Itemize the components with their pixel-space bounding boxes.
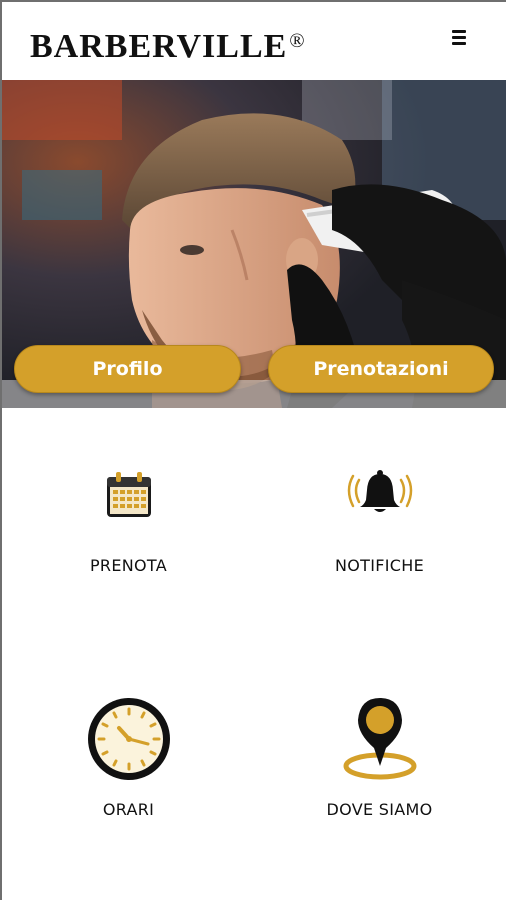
- tile-label-notifications: NOTIFICHE: [335, 556, 424, 575]
- app-header: BARBERVILLE ®: [2, 2, 506, 80]
- tile-notifications[interactable]: NOTIFICHE: [253, 440, 506, 670]
- hamburger-menu-icon[interactable]: [452, 30, 468, 48]
- bell-ringing-icon: [253, 468, 506, 516]
- location-pin-icon: [253, 694, 506, 784]
- bookings-button[interactable]: Prenotazioni: [268, 345, 494, 393]
- tile-label-book: PRENOTA: [89, 556, 167, 575]
- calendar-icon: [2, 470, 255, 520]
- profile-button[interactable]: Profilo: [14, 345, 241, 393]
- tile-location[interactable]: DOVE SIAMO: [253, 680, 506, 900]
- tile-hours[interactable]: ORARI: [2, 680, 255, 900]
- clock-icon: [2, 694, 255, 784]
- tile-label-location: DOVE SIAMO: [326, 800, 433, 819]
- tile-book[interactable]: PRENOTA: [2, 440, 255, 670]
- brand-logo: BARBERVILLE ®: [30, 28, 306, 65]
- tile-label-hours: ORARI: [102, 800, 155, 819]
